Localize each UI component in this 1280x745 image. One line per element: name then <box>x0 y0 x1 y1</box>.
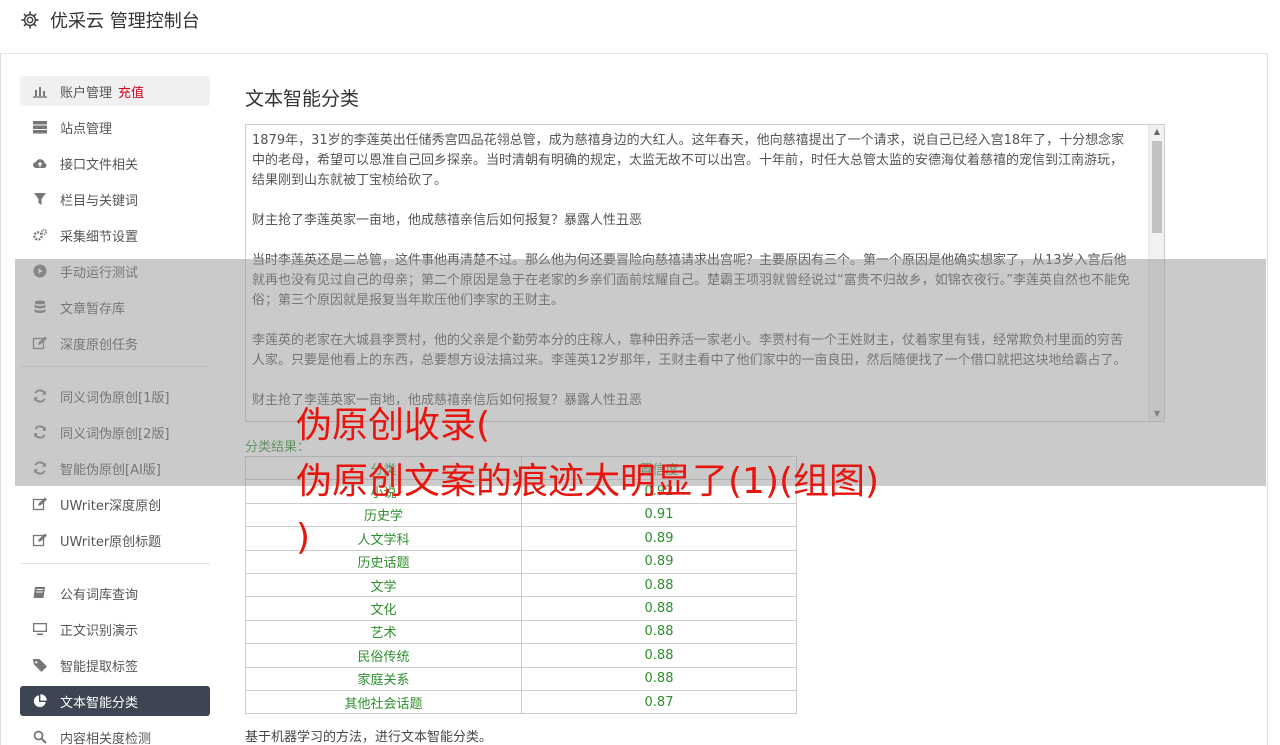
table-row: 文学 0.88 <box>245 572 797 598</box>
confidence-cell: 0.88 <box>521 619 797 645</box>
sidebar-item-public-lexicon[interactable]: 公有词库查询 <box>20 578 210 608</box>
sidebar-item-tag-extract[interactable]: 智能提取标签 <box>20 650 210 680</box>
sidebar-item-label: 正文识别演示 <box>60 623 139 639</box>
table-row: 民俗传统 0.88 <box>245 643 797 668</box>
sidebar-item-label: 接口文件相关 <box>60 157 139 173</box>
method-footnote: 基于机器学习的方法，进行文本智能分类。 <box>245 730 493 745</box>
sidebar-item-label: UWriter原创标题 <box>60 534 162 550</box>
sidebar-item-relevance[interactable]: 内容相关度检测 <box>20 722 210 745</box>
category-cell: 文学 <box>245 572 522 598</box>
confidence-cell: 0.87 <box>521 689 797 715</box>
pie-chart-icon <box>32 693 48 709</box>
table-row: 其他社会话题 0.87 <box>245 689 797 715</box>
text-paragraph: 财主抢了李莲英家一亩地，他成慈禧亲信后如何报复？暴露人性丑恶 <box>252 213 643 228</box>
sidebar-item-label: 站点管理 <box>60 121 113 137</box>
monitor-icon <box>32 621 48 637</box>
confidence-cell: 0.88 <box>521 643 797 668</box>
bar-chart-icon <box>32 83 48 99</box>
category-cell: 文化 <box>245 596 522 621</box>
table-row: 文化 0.88 <box>245 596 797 621</box>
table-row: 艺术 0.88 <box>245 619 797 645</box>
category-cell: 艺术 <box>245 619 522 645</box>
category-cell: 其他社会话题 <box>245 689 522 715</box>
sidebar-item-text-classify[interactable]: 文本智能分类 <box>20 686 210 716</box>
edit-icon <box>32 496 48 512</box>
sidebar-item-label: 文本智能分类 <box>60 695 139 711</box>
sidebar-item-account[interactable]: 账户管理 充值 <box>20 76 210 106</box>
text-paragraph: 1879年，31岁的李莲英出任储秀宫四品花翎总管，成为慈禧身边的大红人。这年春天… <box>252 133 1125 188</box>
scroll-thumb[interactable] <box>1152 141 1162 233</box>
sidebar-item-sites[interactable]: 站点管理 <box>20 112 210 142</box>
sidebar-item-label: 公有词库查询 <box>60 587 139 603</box>
overlay-banner-text: 伪原创收录( 伪原创文案的痕迹太明显了(1)(组图) ) <box>296 398 1016 566</box>
edit-icon <box>32 532 48 548</box>
gear-icon <box>21 10 39 29</box>
scroll-up-icon[interactable]: ▲ <box>1149 125 1164 139</box>
category-cell: 家庭关系 <box>245 666 522 691</box>
sidebar-item-label: 采集细节设置 <box>60 229 139 245</box>
banner-line-1: 伪原创收录( <box>296 405 491 446</box>
table-row: 家庭关系 0.88 <box>245 666 797 691</box>
sidebar-item-uwriter-title[interactable]: UWriter原创标题 <box>20 525 210 555</box>
sidebar-divider <box>20 563 210 564</box>
tag-icon <box>32 657 48 673</box>
server-icon <box>32 119 48 135</box>
cloud-upload-icon <box>32 155 48 171</box>
sidebar-item-label: 内容相关度检测 <box>60 731 152 745</box>
banner-line-2: 伪原创文案的痕迹太明显了(1)(组图) <box>296 461 880 502</box>
filter-icon <box>32 191 48 207</box>
top-bar: 优采云 管理控制台 <box>0 0 1268 54</box>
page-title: 文本智能分类 <box>245 88 360 110</box>
sidebar-item-uwriter-deep[interactable]: UWriter深度原创 <box>20 489 210 519</box>
sidebar-item-label: UWriter深度原创 <box>60 498 162 514</box>
confidence-cell: 0.88 <box>521 572 797 598</box>
book-icon <box>32 585 48 601</box>
recharge-link[interactable]: 充值 <box>118 82 144 101</box>
sidebar-item-keywords[interactable]: 栏目与关键词 <box>20 184 210 214</box>
banner-line-3: ) <box>296 517 311 558</box>
confidence-cell: 0.88 <box>521 666 797 691</box>
sidebar-item-interface[interactable]: 接口文件相关 <box>20 148 210 178</box>
search-icon <box>32 729 48 745</box>
sidebar-item-label: 智能提取标签 <box>60 659 139 675</box>
confidence-cell: 0.88 <box>521 596 797 621</box>
main-content: 文本智能分类 1879年，31岁的李莲英出任储秀宫四品花翎总管，成为慈禧身边的大… <box>245 84 1165 745</box>
sidebar-item-label: 栏目与关键词 <box>60 193 139 209</box>
category-cell: 民俗传统 <box>245 643 522 668</box>
sidebar-item-label: 账户管理 <box>60 85 113 101</box>
sidebar-item-text-recognition[interactable]: 正文识别演示 <box>20 614 210 644</box>
sidebar-item-collect-settings[interactable]: 采集细节设置 <box>20 220 210 250</box>
cogs-icon <box>32 227 48 243</box>
app-title: 优采云 管理控制台 <box>50 10 200 32</box>
